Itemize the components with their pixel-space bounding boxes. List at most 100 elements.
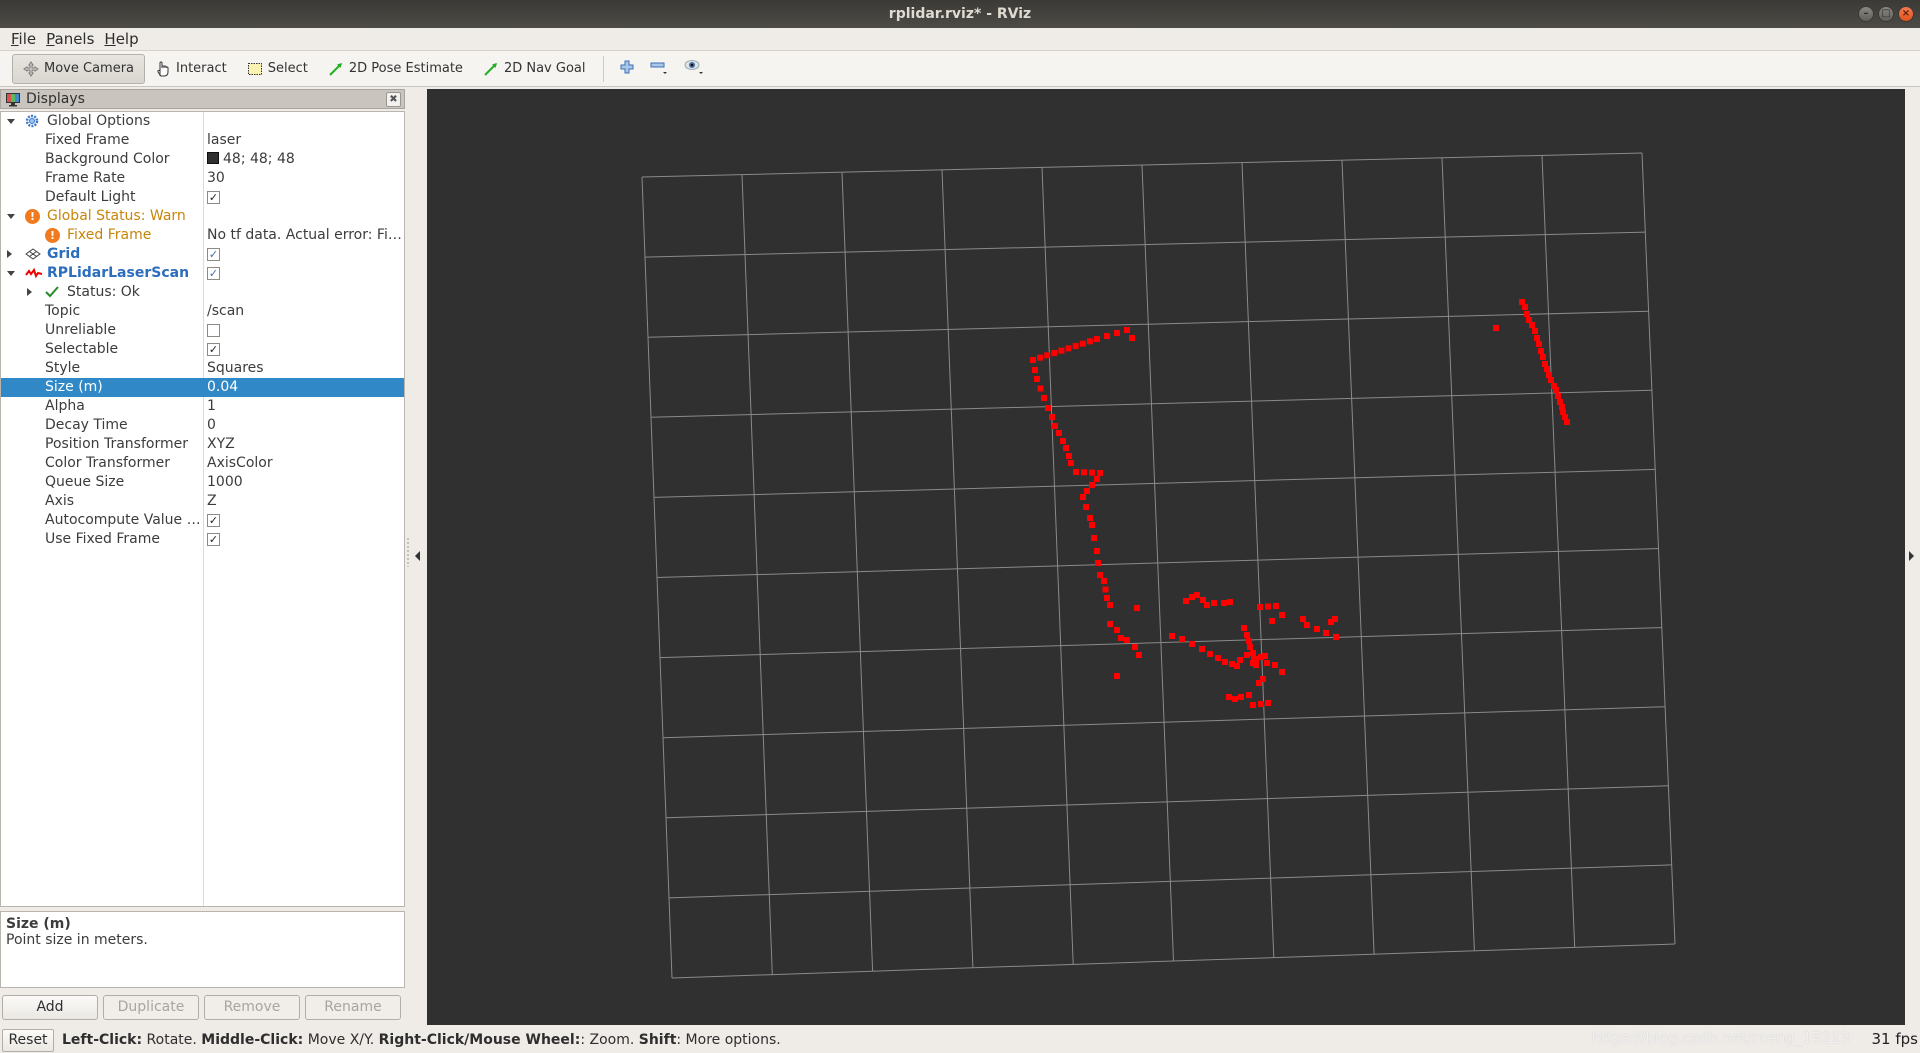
color-swatch[interactable]: [207, 152, 219, 164]
tree-row[interactable]: Global Options: [1, 112, 404, 131]
menu-help[interactable]: Help: [99, 30, 143, 48]
property-value[interactable]: 1: [207, 397, 216, 416]
collapse-arrow-icon[interactable]: [7, 271, 15, 276]
tree-row[interactable]: Background Color 48; 48; 48: [1, 150, 404, 169]
tree-row[interactable]: Status: Ok: [1, 283, 404, 302]
menu-file[interactable]: File: [6, 30, 41, 48]
tree-row[interactable]: Autocompute Value … ✓: [1, 511, 404, 530]
close-icon[interactable]: ×: [1898, 6, 1914, 22]
laser-scan-point: [1493, 325, 1499, 331]
property-value[interactable]: No tf data. Actual error: Fi…: [207, 226, 402, 245]
laser-scan-point: [1544, 366, 1550, 372]
laser-scan-point: [1333, 634, 1339, 640]
property-value[interactable]: 30: [207, 169, 225, 188]
property-value[interactable]: Z: [207, 492, 217, 511]
hint-key: Middle-Click:: [201, 1032, 304, 1048]
tree-row[interactable]: Alpha 1: [1, 397, 404, 416]
3d-viewport[interactable]: [427, 89, 1905, 1025]
laser-scan-point: [1063, 445, 1069, 451]
laser-scan-point: [1056, 430, 1062, 436]
tool-2d-nav-goal[interactable]: 2D Nav Goal: [473, 54, 596, 84]
tree-row[interactable]: Default Light ✓: [1, 188, 404, 207]
property-checkbox[interactable]: ✓: [207, 343, 220, 356]
laser-scan-point: [1540, 354, 1546, 360]
property-value-text: 30: [207, 170, 225, 186]
view-eye-button[interactable]: [676, 54, 712, 84]
tree-row[interactable]: Topic/scan: [1, 302, 404, 321]
minimize-icon[interactable]: –: [1858, 6, 1874, 22]
property-name: Status: Ok: [67, 284, 140, 300]
tree-row[interactable]: Fixed Frame laser: [1, 131, 404, 150]
render-canvas[interactable]: [427, 89, 1905, 1025]
add-button[interactable]: Add: [2, 995, 98, 1020]
property-value[interactable]: /scan: [207, 302, 244, 321]
menu-panels[interactable]: Panels: [41, 30, 99, 48]
laser-scan-point: [1129, 335, 1135, 341]
laser-scan-point: [1037, 385, 1044, 392]
property-checkbox[interactable]: ✓: [207, 248, 220, 261]
property-value[interactable]: Squares: [207, 359, 264, 378]
tree-row[interactable]: Axis Z: [1, 492, 404, 511]
collapse-left-icon[interactable]: [415, 551, 420, 561]
tool-interact[interactable]: Interact: [145, 54, 237, 84]
tree-row[interactable]: Color Transformer AxisColor: [1, 454, 404, 473]
rename-button: Rename: [305, 995, 401, 1020]
property-checkbox[interactable]: [207, 324, 220, 337]
tool-move-camera[interactable]: Move Camera: [12, 53, 146, 84]
laser-scan-point: [1247, 644, 1253, 650]
expand-arrow-icon[interactable]: [27, 288, 32, 296]
tree-row[interactable]: ! Global Status: Warn: [1, 207, 404, 226]
add-tool-button[interactable]: [612, 54, 642, 84]
property-name: Global Status: Warn: [47, 208, 186, 224]
property-value[interactable]: XYZ: [207, 435, 235, 454]
tool-select[interactable]: Select: [237, 54, 318, 84]
property-value[interactable]: AxisColor: [207, 454, 273, 473]
right-splitter[interactable]: [1905, 89, 1920, 1025]
tree-row[interactable]: Position Transformer XYZ: [1, 435, 404, 454]
collapse-arrow-icon[interactable]: [7, 214, 15, 219]
laser-scan-point: [1179, 636, 1185, 642]
collapse-arrow-icon[interactable]: [7, 119, 15, 124]
property-checkbox[interactable]: ✓: [207, 191, 220, 204]
splitter-grip[interactable]: [407, 537, 409, 567]
reset-button[interactable]: Reset: [2, 1028, 54, 1052]
maximize-icon[interactable]: □: [1878, 6, 1894, 22]
property-value[interactable]: 0.04: [207, 378, 238, 397]
tool-label: Interact: [176, 61, 227, 76]
property-name: Style: [45, 360, 81, 376]
expand-right-icon[interactable]: [1909, 551, 1914, 561]
tree-row[interactable]: Use Fixed Frame ✓: [1, 530, 404, 549]
property-value[interactable]: 0: [207, 416, 216, 435]
property-value[interactable]: 48; 48; 48: [207, 150, 295, 169]
property-value[interactable]: 1000: [207, 473, 243, 492]
tree-row[interactable]: Grid ✓: [1, 245, 404, 264]
menu-accel: F: [11, 30, 19, 48]
property-value-text: 48; 48; 48: [223, 151, 295, 167]
tree-row[interactable]: Decay Time 0: [1, 416, 404, 435]
laser-scan-point: [1083, 504, 1089, 510]
laser-scan-point: [1300, 616, 1306, 622]
property-checkbox[interactable]: ✓: [207, 533, 220, 546]
left-splitter[interactable]: [405, 89, 427, 1025]
tree-row[interactable]: ! Fixed Frame No tf data. Actual error: Fi…: [1, 226, 404, 245]
tool-2d-pose-estimate[interactable]: 2D Pose Estimate: [318, 54, 473, 84]
tree-row[interactable]: Frame Rate 30: [1, 169, 404, 188]
expand-arrow-icon[interactable]: [7, 250, 12, 258]
property-checkbox[interactable]: ✓: [207, 514, 220, 527]
property-value[interactable]: laser: [207, 131, 241, 150]
green-arrow-icon: [328, 61, 344, 77]
property-value-text: laser: [207, 132, 242, 148]
property-checkbox[interactable]: ✓: [207, 267, 220, 280]
close-panel-button[interactable]: ✖: [386, 91, 401, 107]
tree-row[interactable]: Queue Size 1000: [1, 473, 404, 492]
laser-scan-point: [1265, 700, 1271, 706]
property-value-text: Z: [207, 493, 217, 509]
tree-row[interactable]: Selectable ✓: [1, 340, 404, 359]
window-titlebar: rplidar.rviz* - RViz – □ ×: [0, 0, 1920, 28]
tree-row[interactable]: RPLidarLaserScan ✓: [1, 264, 404, 283]
tree-row[interactable]: Unreliable: [1, 321, 404, 340]
laser-scan-point: [1244, 652, 1250, 658]
remove-tool-button[interactable]: [642, 54, 676, 84]
tree-row[interactable]: Style Squares: [1, 359, 404, 378]
tree-row[interactable]: Size (m) 0.04: [1, 378, 404, 397]
